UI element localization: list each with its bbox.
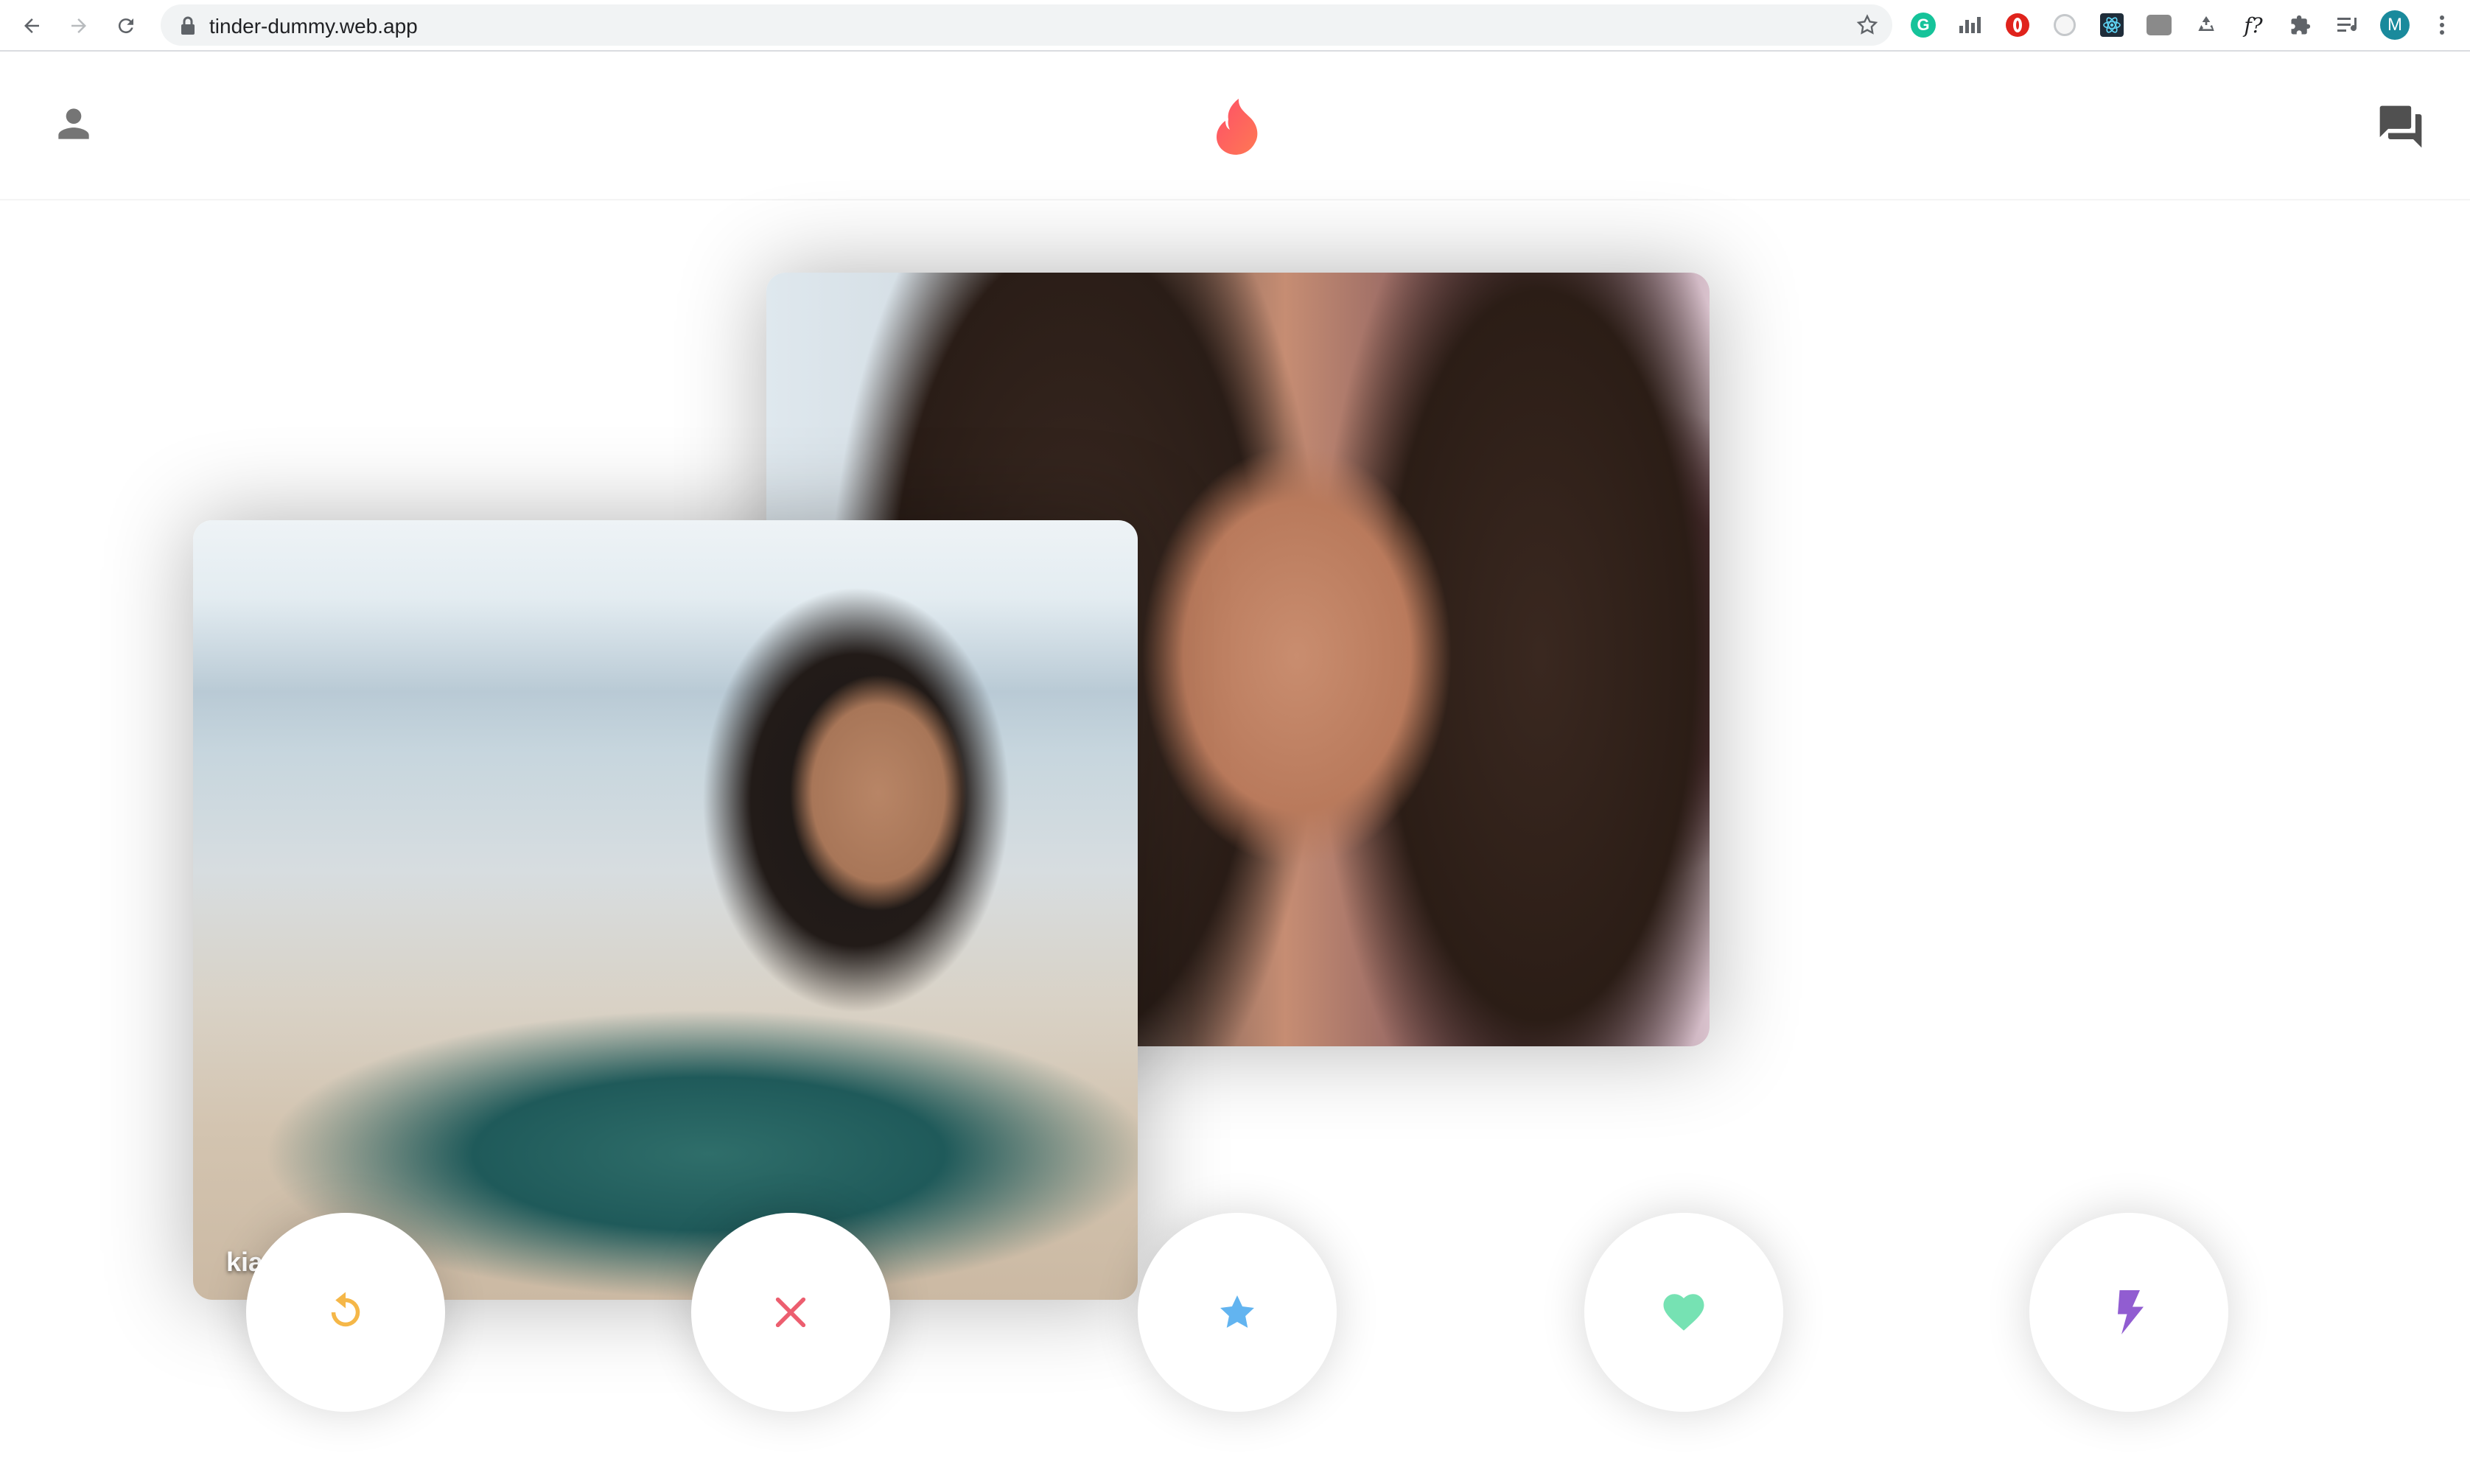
tinder-logo[interactable] xyxy=(1203,91,1273,162)
replay-icon xyxy=(331,1292,360,1327)
profile-button[interactable] xyxy=(47,97,100,150)
whatfont-icon[interactable]: f? xyxy=(2239,10,2268,40)
profile-avatar[interactable]: M xyxy=(2380,10,2410,40)
star-icon xyxy=(1220,1295,1254,1329)
forum-icon xyxy=(2379,105,2422,148)
rewind-button[interactable] xyxy=(246,1213,445,1412)
url-text: tinder-dummy.web.app xyxy=(209,15,418,38)
react-devtools-icon[interactable] xyxy=(2097,10,2127,40)
profile-photo xyxy=(193,520,1138,1300)
profile-card[interactable]: kia xyxy=(193,520,1138,1300)
address-bar[interactable]: tinder-dummy.web.app xyxy=(161,4,1892,46)
messages-button[interactable] xyxy=(2371,97,2430,156)
arrow-right-icon xyxy=(71,18,86,33)
browser-toolbar: tinder-dummy.web.app G f? M xyxy=(0,0,2470,52)
forward-button[interactable] xyxy=(62,9,96,43)
opera-icon[interactable] xyxy=(2003,10,2032,40)
boost-button[interactable] xyxy=(2029,1213,2228,1412)
person-icon xyxy=(58,108,89,139)
media-queue-icon[interactable] xyxy=(2333,10,2362,40)
super-like-button[interactable] xyxy=(1138,1213,1337,1412)
analytics-icon[interactable] xyxy=(1956,10,1985,40)
reload-icon xyxy=(118,18,133,34)
bolt-icon xyxy=(2118,1290,2144,1334)
tinder-flame-icon xyxy=(1217,99,1258,155)
grammarly-icon[interactable]: G xyxy=(1909,10,1938,40)
timer-icon[interactable] xyxy=(2050,10,2079,40)
recycle-icon[interactable] xyxy=(2191,10,2221,40)
nope-button[interactable] xyxy=(691,1213,890,1412)
heart-icon xyxy=(1663,1294,1704,1331)
star-outline-icon[interactable] xyxy=(1855,13,1879,37)
back-button[interactable] xyxy=(15,9,49,43)
screen-capture-icon[interactable] xyxy=(2144,10,2174,40)
puzzle-icon[interactable] xyxy=(2286,10,2315,40)
menu-kebab-icon[interactable] xyxy=(2427,10,2457,40)
close-icon xyxy=(775,1297,806,1328)
app-header xyxy=(0,53,2470,200)
lock-icon xyxy=(181,16,195,35)
arrow-left-icon xyxy=(24,18,39,33)
like-button[interactable] xyxy=(1584,1213,1783,1412)
reload-button[interactable] xyxy=(109,9,143,43)
